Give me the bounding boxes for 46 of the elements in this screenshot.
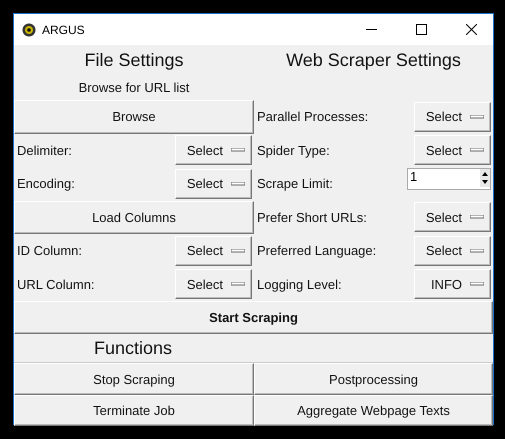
option-indicator-icon	[470, 114, 484, 119]
spinbox-field[interactable]: 1	[407, 168, 491, 190]
section-heading: File Settings	[84, 50, 184, 70]
function-button[interactable]: Postprocessing	[254, 363, 493, 395]
field-label: Logging Level:	[257, 276, 342, 292]
eye-icon	[22, 22, 36, 36]
option-indicator-icon	[231, 248, 245, 253]
field-label: Delimiter:	[17, 142, 72, 158]
option-indicator-icon	[231, 182, 245, 186]
maximize-icon	[416, 24, 426, 35]
section-heading: Functions	[94, 338, 172, 358]
option-menu[interactable]: Select	[175, 168, 252, 199]
function-button[interactable]: Terminate Job	[14, 395, 254, 426]
field-label: Parallel Processes:	[257, 109, 368, 124]
function-button[interactable]: Stop Scraping	[14, 363, 254, 395]
section-subtitle: Browse for URL list	[78, 80, 190, 95]
option-indicator-icon	[470, 148, 484, 152]
option-indicator-icon	[470, 248, 484, 253]
option-indicator-icon	[231, 282, 245, 286]
minimize-icon	[366, 29, 376, 30]
field-label: Encoding:	[17, 176, 75, 192]
section-heading: Web Scraper Settings	[286, 50, 461, 70]
option-menu[interactable]: Select	[414, 135, 491, 166]
field-label: Scrape Limit:	[257, 176, 333, 192]
field-label: URL Column:	[17, 276, 95, 292]
option-menu[interactable]: Select	[414, 236, 491, 266]
option-menu[interactable]: Select	[175, 135, 252, 166]
option-menu[interactable]: Select	[175, 236, 252, 266]
window-title: ARGUS	[42, 22, 86, 36]
spin-arrows-icon[interactable]	[480, 169, 490, 187]
option-menu[interactable]: Select	[175, 269, 252, 300]
option-menu[interactable]: INFO	[414, 269, 491, 300]
option-indicator-icon	[470, 282, 484, 286]
option-indicator-icon	[231, 148, 245, 152]
start-button[interactable]: Start Scraping	[14, 301, 493, 334]
close-icon	[466, 24, 476, 35]
load-button[interactable]: Browse	[14, 100, 254, 134]
field-label: Spider Type:	[257, 142, 330, 158]
option-menu[interactable]: Select	[414, 102, 491, 132]
field-label: ID Column:	[17, 243, 82, 258]
field-label: Preferred Language:	[257, 243, 376, 258]
option-menu[interactable]: Select	[414, 202, 491, 232]
field-label: Prefer Short URLs:	[257, 210, 367, 225]
option-indicator-icon	[470, 215, 484, 220]
load-button[interactable]: Load Columns	[14, 200, 254, 234]
function-button[interactable]: Aggregate Webpage Texts	[254, 395, 493, 426]
